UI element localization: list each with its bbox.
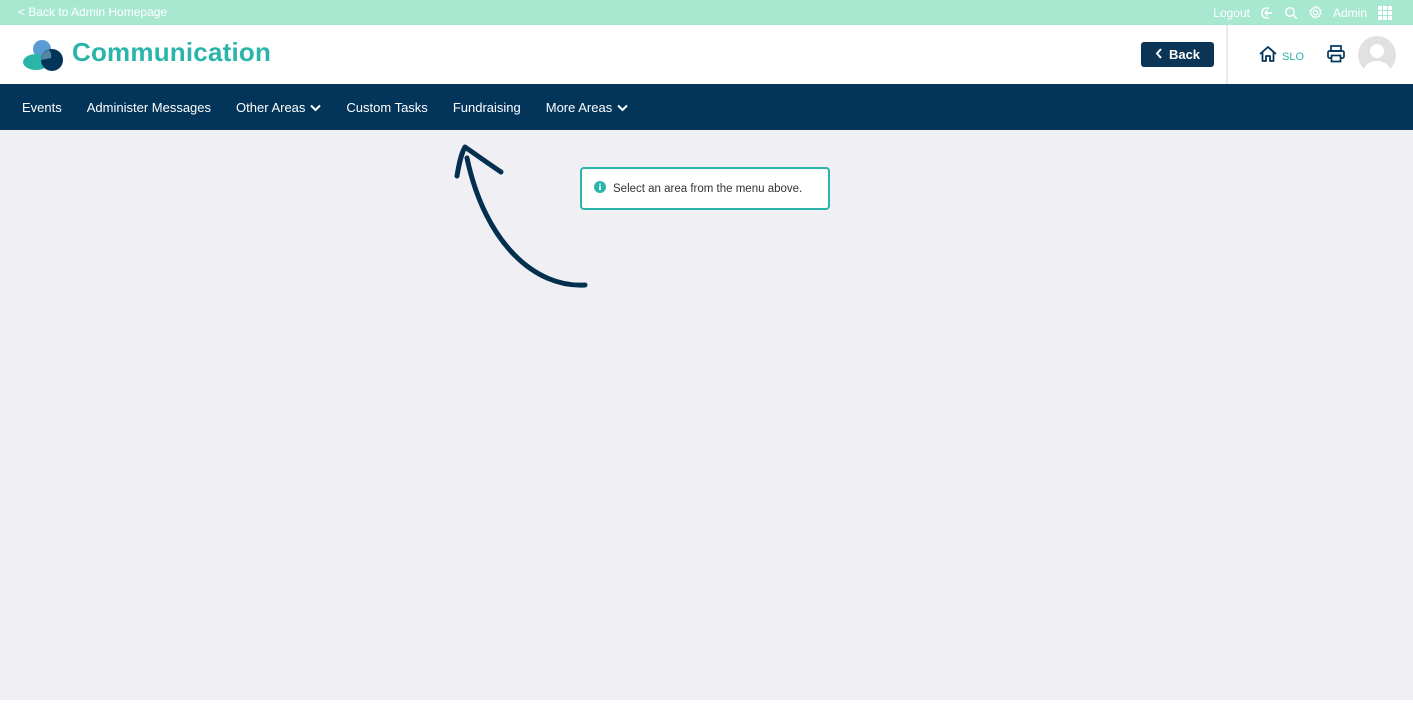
back-to-admin-homepage-link[interactable]: < Back to Admin Homepage	[18, 5, 167, 19]
page-title: Communication	[72, 37, 272, 67]
nav-item-other-areas[interactable]: Other Areas	[236, 99, 322, 115]
top-utility-actions: Logout Admin	[1213, 0, 1393, 25]
chevron-down-icon	[617, 100, 628, 115]
pointer-arrow-icon	[454, 144, 588, 288]
chevron-down-icon	[310, 100, 322, 115]
nav-item-label: Administer Messages	[86, 99, 212, 115]
app-logo-icon	[22, 38, 64, 72]
top-utility-bar: < Back to Admin Homepage Logout Admin	[0, 0, 1413, 25]
main-content: Select an area from the menu above.	[0, 130, 1413, 700]
info-notice: Select an area from the menu above.	[580, 167, 830, 210]
nav-item-label: Other Areas	[236, 99, 306, 115]
nav-item-label: More Areas	[545, 99, 613, 115]
nav-item-label: Custom Tasks	[346, 99, 428, 115]
nav-item-fundraising[interactable]: Fundraising	[453, 100, 521, 115]
chevron-left-icon	[1155, 47, 1163, 62]
school-home-button[interactable]: SLO	[1258, 45, 1304, 68]
settings-gear-icon[interactable]	[1308, 5, 1323, 20]
back-button[interactable]: Back	[1141, 42, 1214, 67]
back-button-label: Back	[1168, 47, 1201, 62]
nav-item-label: Fundraising	[452, 99, 521, 115]
nav-item-administer-messages[interactable]: Administer Messages	[87, 100, 211, 115]
school-code-label: SLO	[1282, 50, 1305, 63]
user-avatar[interactable]	[1358, 36, 1396, 74]
search-icon[interactable]	[1284, 6, 1298, 20]
info-icon	[594, 181, 606, 196]
apps-grid-icon[interactable]	[1377, 5, 1393, 21]
logout-icon[interactable]	[1260, 6, 1274, 20]
nav-item-label: Events	[22, 99, 62, 115]
printer-icon[interactable]	[1326, 44, 1346, 69]
info-notice-text: Select an area from the menu above.	[613, 182, 803, 195]
header-divider	[1226, 25, 1228, 84]
nav-item-more-areas[interactable]: More Areas	[546, 100, 628, 115]
logout-link[interactable]: Logout	[1213, 6, 1250, 20]
nav-item-custom-tasks[interactable]: Custom Tasks	[346, 100, 427, 115]
home-icon	[1258, 45, 1278, 68]
app-header: Communication Back SLO	[0, 25, 1413, 84]
admin-label[interactable]: Admin	[1333, 6, 1367, 20]
nav-item-events[interactable]: Events	[22, 100, 62, 115]
main-navigation: Events Administer Messages Other Areas C…	[0, 84, 1413, 130]
